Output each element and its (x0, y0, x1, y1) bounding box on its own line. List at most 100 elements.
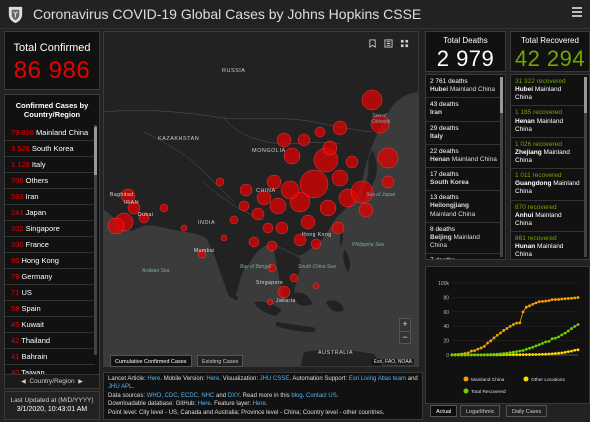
data-point[interactable] (544, 299, 548, 303)
confirmed-list-item[interactable]: 100 France (5, 237, 95, 253)
data-point[interactable] (486, 353, 489, 357)
dxy-link[interactable]: DXY (228, 393, 240, 399)
data-point[interactable] (479, 353, 483, 357)
case-bubble[interactable] (248, 236, 260, 248)
case-bubble[interactable] (266, 240, 278, 252)
data-point[interactable] (566, 350, 570, 354)
data-point[interactable] (570, 349, 573, 353)
case-bubble[interactable] (269, 197, 287, 215)
tab-daily-cases[interactable]: Daily Cases (506, 405, 548, 417)
data-point[interactable] (541, 352, 544, 356)
data-point[interactable] (557, 335, 561, 339)
confirmed-list-item[interactable]: 58 Spain (5, 301, 95, 317)
case-bubble[interactable] (297, 133, 311, 147)
data-point[interactable] (499, 352, 502, 356)
data-point[interactable] (537, 300, 541, 304)
confirmed-list-item[interactable]: 95 Hong Kong (5, 253, 95, 269)
confirmed-list-item[interactable]: 3 526 South Korea (5, 141, 95, 157)
case-bubble[interactable] (275, 221, 289, 235)
case-bubble[interactable] (289, 273, 299, 283)
data-point[interactable] (515, 353, 519, 357)
recovered-list-item[interactable]: 861 recovered Hunan Mainland China (511, 232, 584, 259)
github-link[interactable]: Here (198, 401, 211, 407)
case-bubble[interactable] (215, 177, 225, 187)
country-region-selector[interactable]: ◀ Country/Region ▶ (5, 374, 99, 388)
tab-logarithmic[interactable]: Logarithmic (460, 405, 501, 417)
data-point[interactable] (524, 347, 528, 351)
data-point[interactable] (570, 296, 573, 300)
data-point[interactable] (553, 298, 557, 301)
data-point[interactable] (505, 327, 509, 330)
lancet-link[interactable]: Here (147, 376, 160, 382)
data-point[interactable] (560, 351, 564, 355)
case-bubble[interactable] (361, 89, 383, 111)
confirmed-list-item[interactable]: 79 826 Mainland China (5, 125, 95, 141)
mobile-version-link[interactable]: Here (206, 376, 219, 382)
data-point[interactable] (534, 344, 538, 348)
data-point[interactable] (476, 353, 480, 357)
case-bubble[interactable] (322, 140, 338, 156)
map-canvas[interactable] (104, 32, 419, 367)
deaths-list-item[interactable]: 7 deathsGuangdong Mainland China (426, 254, 501, 259)
data-point[interactable] (537, 353, 541, 356)
tab-existing-cases[interactable]: Existing Cases (197, 355, 244, 367)
data-point[interactable] (521, 349, 525, 352)
data-point[interactable] (469, 349, 473, 353)
data-point[interactable] (547, 339, 551, 343)
case-bubble[interactable] (239, 183, 253, 197)
confirmed-list-item[interactable]: 79 Germany (5, 269, 95, 285)
confirmed-list-item[interactable]: 42 Thailand (5, 333, 95, 349)
data-point[interactable] (550, 352, 554, 356)
data-point[interactable] (544, 352, 548, 356)
confirmed-list-item[interactable]: 705 Others (5, 173, 95, 189)
data-point[interactable] (457, 353, 460, 357)
data-point[interactable] (534, 301, 538, 305)
confirmed-list-item[interactable]: 41 Bahrain (5, 349, 95, 365)
data-point[interactable] (528, 353, 531, 356)
case-bubble[interactable] (381, 175, 395, 189)
chevron-left-icon[interactable]: ◀ (21, 379, 26, 385)
case-bubble[interactable] (238, 200, 250, 212)
data-point[interactable] (553, 336, 557, 340)
esri-link[interactable]: Esri Living Atlas team (349, 376, 406, 382)
data-point[interactable] (482, 353, 486, 357)
deaths-list-scroll-thumb[interactable] (500, 77, 503, 113)
deaths-list-item[interactable]: 22 deaths Henan Mainland China (426, 145, 501, 168)
case-bubble[interactable] (358, 202, 374, 218)
data-point[interactable] (524, 305, 528, 309)
data-point[interactable] (544, 340, 548, 344)
data-point[interactable] (495, 333, 499, 337)
deaths-list-item[interactable]: 2 761 deaths Hubei Mainland China (426, 75, 501, 99)
data-point[interactable] (489, 339, 493, 343)
data-point[interactable] (563, 350, 567, 354)
feature-layer-link[interactable]: Here (253, 401, 266, 407)
data-point[interactable] (566, 329, 570, 333)
data-point[interactable] (541, 299, 544, 303)
data-point[interactable] (557, 298, 561, 301)
data-point[interactable] (505, 351, 509, 355)
data-point[interactable] (524, 353, 528, 357)
data-point[interactable] (489, 353, 493, 356)
confirmed-list-item[interactable]: 102 Singapore (5, 221, 95, 237)
case-bubble[interactable] (331, 169, 349, 187)
data-point[interactable] (550, 298, 554, 302)
case-bubble[interactable] (220, 234, 228, 242)
data-point[interactable] (502, 352, 506, 355)
tab-actual[interactable]: Actual (430, 405, 458, 417)
data-point[interactable] (518, 349, 522, 353)
zoom-out-button[interactable]: − (400, 331, 410, 343)
data-point[interactable] (576, 323, 580, 326)
case-bubble[interactable] (276, 132, 292, 148)
blog-link[interactable]: blog (291, 393, 302, 399)
data-point[interactable] (511, 350, 515, 354)
data-point[interactable] (553, 352, 557, 355)
case-bubble[interactable] (377, 147, 399, 169)
data-point[interactable] (576, 296, 580, 299)
data-point[interactable] (576, 348, 580, 352)
confirmed-list-item[interactable]: 241 Japan (5, 205, 95, 221)
case-bubble[interactable] (283, 147, 301, 165)
data-point[interactable] (528, 304, 531, 308)
case-bubble[interactable] (314, 126, 326, 138)
data-point[interactable] (547, 299, 551, 303)
recovered-list-item[interactable]: 1 185 recovered Henan Mainland China (511, 106, 584, 138)
